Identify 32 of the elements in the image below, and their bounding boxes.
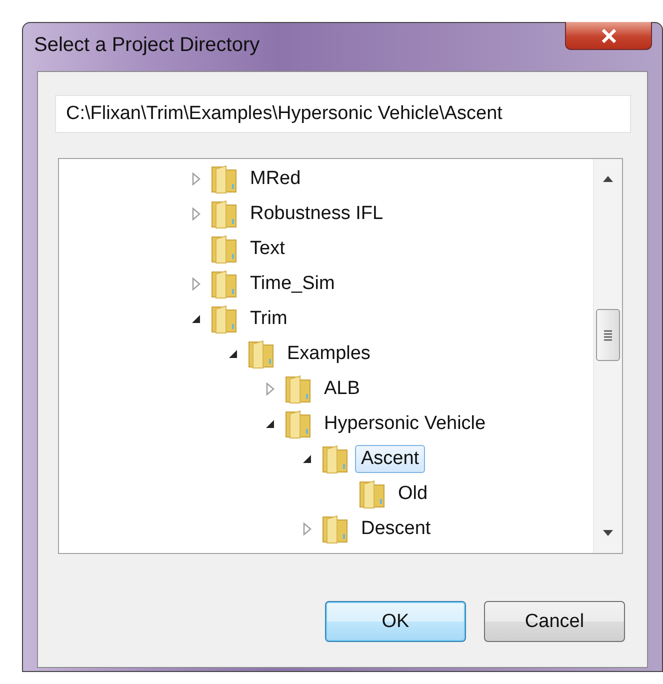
folder-icon [210, 234, 238, 264]
folder-icon [358, 478, 386, 508]
window-title: Select a Project Directory [34, 34, 260, 56]
scroll-up-icon[interactable] [602, 175, 614, 183]
scroll-down-icon[interactable] [602, 529, 614, 537]
folder-item[interactable]: Trim [244, 304, 294, 332]
folder-icon [210, 164, 238, 194]
close-icon [600, 28, 616, 42]
folder-icon [210, 198, 238, 228]
folder-item[interactable]: Ascent [355, 444, 426, 472]
folder-icon [321, 514, 349, 544]
ok-button[interactable]: OK [325, 601, 466, 642]
folder-icon [247, 338, 275, 368]
folder-item[interactable]: Examples [281, 340, 376, 368]
scroll-thumb[interactable] [596, 309, 620, 361]
folder-item[interactable]: MRed [244, 164, 307, 192]
close-button[interactable] [565, 22, 652, 50]
folder-item[interactable]: Text [244, 234, 291, 262]
path-field[interactable]: C:\Flixan\Trim\Examples\Hypersonic Vehicle\Ascent [55, 95, 631, 133]
folder-item[interactable]: Descent [355, 514, 437, 542]
folder-item[interactable]: Robustness IFL [244, 200, 390, 228]
folder-item[interactable]: Time_Sim [244, 270, 341, 298]
folder-icon [210, 304, 238, 334]
folder-icon [210, 268, 238, 298]
folder-item[interactable]: Hypersonic Vehicle [318, 410, 492, 438]
folder-icon [321, 444, 349, 474]
folder-item[interactable]: Old [392, 480, 434, 508]
scrollbar[interactable] [593, 159, 622, 553]
folder-icon [284, 408, 312, 438]
cancel-button[interactable]: Cancel [484, 601, 625, 642]
folder-icon [284, 374, 312, 404]
folder-item[interactable]: ALB [318, 374, 366, 402]
